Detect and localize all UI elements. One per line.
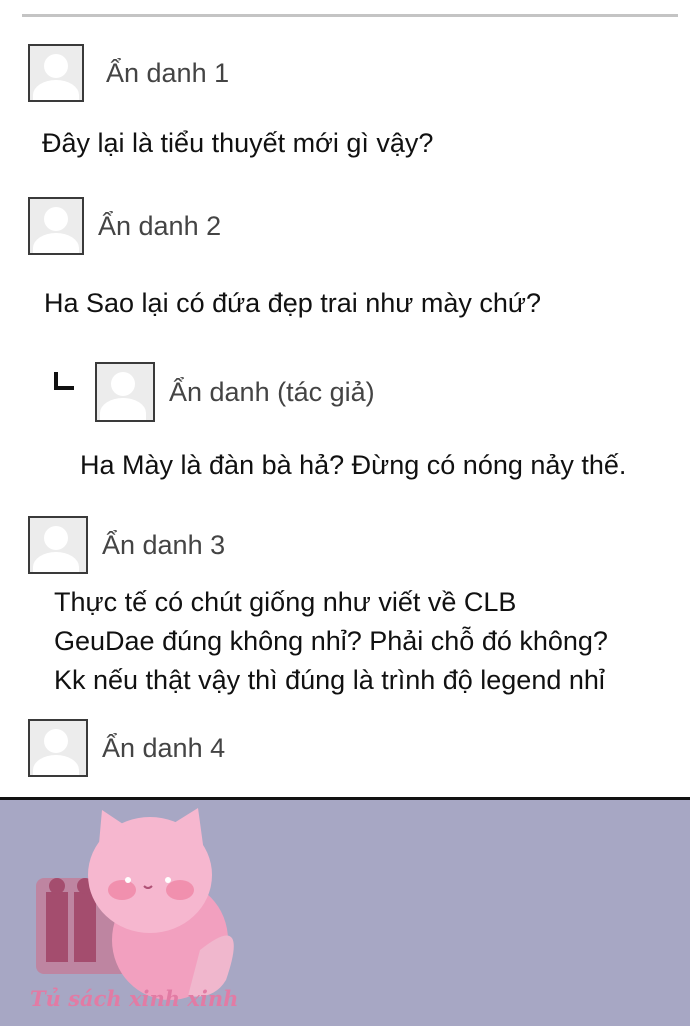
comment-text: Đây lại là tiểu thuyết mới gì vậy?	[42, 128, 434, 158]
comment-author[interactable]: Ẩn danh 4	[102, 733, 225, 764]
comment-3-header: Ẩn danh 3	[28, 516, 225, 574]
comment-author[interactable]: Ẩn danh 1	[106, 58, 229, 89]
watermark-text: Tủ sách xinh xinh	[30, 986, 239, 1011]
bottom-panel: Tủ sách xinh xinh	[0, 797, 690, 1026]
avatar[interactable]	[28, 516, 88, 574]
comment-author[interactable]: Ẩn danh (tác giả)	[169, 377, 375, 408]
comment-1-header: Ẩn danh 1	[28, 44, 229, 102]
top-divider	[22, 14, 678, 17]
comment-author[interactable]: Ẩn danh 2	[98, 211, 221, 242]
comment-text: Thực tế có chút giống như viết về CLB Ge…	[54, 587, 608, 695]
avatar[interactable]	[95, 362, 155, 422]
reply-text: Ha Mày là đàn bà hả? Đừng có nóng nảy th…	[80, 450, 627, 480]
comment-2-header: Ẩn danh 2	[28, 197, 221, 255]
avatar[interactable]	[28, 197, 84, 255]
reply-header: Ẩn danh (tác giả)	[95, 362, 375, 422]
avatar[interactable]	[28, 719, 88, 777]
comment-text: Ha Sao lại có đứa đẹp trai như mày chứ?	[44, 288, 541, 318]
comment-4-header: Ẩn danh 4	[28, 719, 225, 777]
avatar[interactable]	[28, 44, 84, 102]
comment-author[interactable]: Ẩn danh 3	[102, 530, 225, 561]
reply-indicator-icon	[54, 372, 74, 390]
